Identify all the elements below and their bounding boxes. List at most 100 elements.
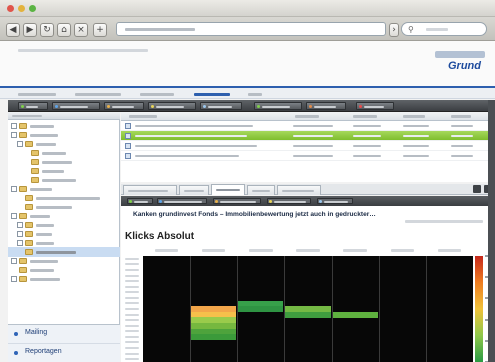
- bookmark-button[interactable]: +: [93, 23, 107, 37]
- nav-item-1[interactable]: [18, 93, 56, 96]
- list-header: [121, 112, 495, 121]
- heatmap-color-scale: [475, 256, 483, 362]
- window-frame-right: [488, 100, 495, 362]
- heatmap: [125, 246, 495, 362]
- toolbar-button-3[interactable]: [104, 102, 144, 110]
- heatmap-row-label: [125, 302, 139, 305]
- search-placeholder: [426, 28, 448, 31]
- heatmap-row-label: [125, 257, 139, 260]
- list-row[interactable]: [121, 141, 495, 151]
- tab-5[interactable]: [277, 185, 321, 195]
- heatmap-column-label: [343, 249, 367, 252]
- bullet-icon: [14, 332, 18, 336]
- heatmap-row-label: [125, 341, 139, 344]
- panel-shortcuts: Mailing Reportagen: [8, 324, 120, 362]
- heatmap-row-label: [125, 291, 139, 294]
- minimize-window-icon[interactable]: [18, 5, 25, 12]
- forward-button[interactable]: ▶: [23, 23, 37, 37]
- address-bar[interactable]: [116, 22, 386, 36]
- report-tool-5[interactable]: [317, 198, 353, 204]
- nav-item-2[interactable]: [75, 93, 121, 96]
- tab-1[interactable]: [123, 185, 177, 195]
- go-button[interactable]: ›: [389, 23, 399, 37]
- heatmap-row-label: [125, 313, 139, 316]
- nav-item-3[interactable]: [140, 93, 174, 96]
- navigation-tree-panel: Mailing Reportagen: [8, 112, 120, 362]
- heatmap-row-label: [125, 352, 139, 355]
- print-icon[interactable]: [473, 185, 481, 193]
- heatmap-cell[interactable]: [332, 311, 378, 318]
- toolbar-button-4[interactable]: [148, 102, 196, 110]
- breadcrumb: [18, 49, 148, 52]
- list-row-selected[interactable]: [121, 131, 495, 141]
- browser-toolbar: ◀ ▶ ↻ ⌂ × + › ⚲: [0, 17, 495, 41]
- heatmap-column-label: [201, 249, 226, 252]
- toolbar-button-8[interactable]: [356, 102, 394, 110]
- tree-node[interactable]: [8, 274, 120, 284]
- app-toolbar: [8, 100, 495, 112]
- heatmap-row-label: [125, 324, 139, 327]
- reload-button[interactable]: ↻: [40, 23, 54, 37]
- toolbar-button-1[interactable]: [18, 102, 48, 110]
- heatmap-column-label: [437, 249, 462, 252]
- shortcut-reportagen[interactable]: Reportagen: [8, 343, 120, 361]
- heatmap-column-label: [296, 249, 320, 252]
- heatmap-column-divider: [378, 256, 380, 362]
- heatmap-row-label: [125, 296, 139, 299]
- zoom-window-icon[interactable]: [29, 5, 36, 12]
- report-tool-4[interactable]: [267, 198, 311, 204]
- toolbar-button-7[interactable]: [306, 102, 346, 110]
- report-tool-3[interactable]: [213, 198, 261, 204]
- heatmap-row-label: [125, 347, 139, 350]
- toolbar-button-5[interactable]: [200, 102, 242, 110]
- main-navigation: [0, 86, 495, 99]
- column-header[interactable]: [295, 115, 319, 118]
- report-view: Kanken grundinvest Fonds – Immobilienbew…: [121, 206, 495, 362]
- report-tool-1[interactable]: [127, 198, 153, 204]
- heatmap-column-divider: [425, 256, 427, 362]
- report-title: Kanken grundinvest Fonds – Immobilienbew…: [133, 211, 376, 218]
- bullet-icon: [14, 351, 18, 355]
- heatmap-row-label: [125, 358, 139, 361]
- column-header[interactable]: [403, 115, 425, 118]
- column-header[interactable]: [129, 115, 157, 118]
- logo-wordmark: [435, 51, 485, 58]
- detail-tabs: [121, 184, 495, 195]
- column-header[interactable]: [451, 115, 471, 118]
- heatmap-cell[interactable]: [238, 306, 284, 313]
- tab-2[interactable]: [179, 185, 209, 195]
- report-toolbar: [121, 196, 495, 206]
- logo[interactable]: Grund: [427, 51, 485, 75]
- back-button[interactable]: ◀: [6, 23, 20, 37]
- heatmap-column-label: [249, 249, 273, 252]
- search-field[interactable]: ⚲: [401, 22, 487, 36]
- heatmap-column-label: [390, 249, 415, 252]
- app-screenshot: ◀ ▶ ↻ ⌂ × + › ⚲ Grund Mailing Reportagen…: [0, 0, 495, 362]
- list-row[interactable]: [121, 121, 495, 131]
- toolbar-button-2[interactable]: [52, 102, 100, 110]
- column-header[interactable]: [353, 115, 377, 118]
- toolbar-button-6[interactable]: [254, 102, 302, 110]
- heatmap-column-label: [154, 249, 179, 252]
- shortcut-mailing[interactable]: Mailing: [8, 325, 120, 343]
- nav-item-5[interactable]: [248, 93, 262, 96]
- tab-3-active[interactable]: [211, 184, 245, 195]
- heatmap-row-label: [125, 274, 139, 277]
- home-button[interactable]: ⌂: [57, 23, 71, 37]
- heatmap-row-label: [125, 280, 139, 283]
- heatmap-cell[interactable]: [191, 334, 237, 341]
- stop-button[interactable]: ×: [74, 23, 88, 37]
- heatmap-row-label: [125, 285, 139, 288]
- heatmap-cell[interactable]: [285, 311, 331, 318]
- close-window-icon[interactable]: [7, 5, 14, 12]
- list-row[interactable]: [121, 151, 495, 161]
- heatmap-row-label: [125, 268, 139, 271]
- page-header: Grund: [0, 41, 495, 86]
- url-text: [125, 28, 195, 31]
- heatmap-row-label: [125, 330, 139, 333]
- nav-item-4-active[interactable]: [194, 93, 230, 96]
- document-list: [121, 112, 495, 182]
- heatmap-row-label: [125, 319, 139, 322]
- report-tool-2[interactable]: [157, 198, 207, 204]
- tab-4[interactable]: [247, 185, 275, 195]
